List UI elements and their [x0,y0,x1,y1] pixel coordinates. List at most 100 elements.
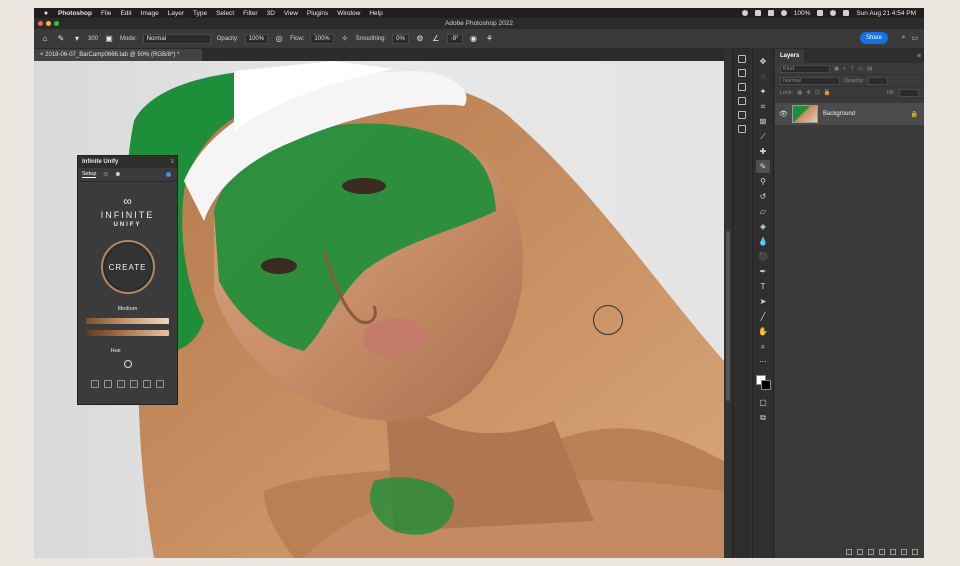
filter-pixel-icon[interactable]: ▣ [834,66,839,72]
add-mask-icon[interactable] [868,549,874,555]
scrollbar-thumb[interactable] [726,231,730,401]
crop-tool-icon[interactable]: ⌗ [756,100,770,113]
hue-option-2[interactable]: · [131,348,133,354]
new-layer-icon[interactable] [901,549,907,555]
delete-layer-icon[interactable] [912,549,918,555]
zoom-tool-icon[interactable]: ⌕ [756,340,770,353]
mask-icon[interactable] [130,380,138,388]
airbrush-icon[interactable]: ✧ [340,34,350,44]
eye-icon[interactable] [156,380,164,388]
gear-icon[interactable]: ⚙ [415,34,425,44]
layer-opacity-input[interactable] [868,76,889,85]
brush-size-value[interactable]: 300 [88,36,98,42]
menu-filter[interactable]: Filter [243,10,257,17]
bluetooth-icon[interactable] [767,10,774,16]
background-color[interactable] [761,380,771,390]
menu-help[interactable]: Help [369,10,382,17]
menu-window[interactable]: Window [337,10,360,17]
filter-shape-icon[interactable]: ▭ [858,66,863,72]
new-group-icon[interactable] [890,549,896,555]
adjustments-panel-icon[interactable] [737,97,746,105]
menu-view[interactable]: View [284,10,298,17]
kind-filter-select[interactable]: Kind [780,64,830,73]
opacity-input[interactable]: 100% [244,33,269,44]
tab-layers[interactable]: Layers [775,49,805,63]
pen-tool-icon[interactable]: ✒ [756,265,770,278]
adjustment-layer-icon[interactable] [879,549,885,555]
pressure-size-icon[interactable]: ◉ [469,34,479,44]
brush-tool-icon[interactable]: ✎ [56,34,66,44]
flow-input[interactable]: 100% [310,33,334,44]
actions-panel-icon[interactable] [737,125,746,133]
magic-wand-icon[interactable]: ✦ [756,85,770,98]
tone-bar-1[interactable] [86,318,169,324]
lock-artboard-icon[interactable]: ⊡ [815,90,820,96]
level-option-left[interactable]: · [106,306,108,312]
menu-photoshop[interactable]: Photoshop [58,10,92,17]
quick-mask-icon[interactable]: ▢ [756,396,770,409]
canvas-scrollbar[interactable] [724,61,732,558]
smoothing-input[interactable]: 0% [392,33,409,44]
layers-menu-icon[interactable]: ≡ [917,53,921,60]
history-panel-icon[interactable] [737,69,746,77]
type-tool-icon[interactable]: T [756,280,770,293]
menu-3d[interactable]: 3D [267,10,275,17]
plugin-header[interactable]: Infinite Unify ≡ [78,156,177,168]
minimize-window-icon[interactable] [46,21,51,26]
paint-bucket-icon[interactable]: ◈ [756,220,770,233]
more-tools-icon[interactable]: ⋯ [756,355,770,368]
hue-ring-icon[interactable] [123,360,132,368]
properties-panel-icon[interactable] [737,83,746,91]
blur-tool-icon[interactable]: 💧 [756,235,770,248]
create-button[interactable]: CREATE [100,240,155,294]
filter-smart-icon[interactable]: ▤ [867,66,872,72]
person-icon[interactable] [104,380,112,388]
camera-icon[interactable] [754,10,761,16]
brush-panel-icon[interactable] [737,55,746,63]
angle-input[interactable]: -9° [446,33,463,44]
blend-mode-select[interactable]: Normal [780,76,840,85]
lock-position-icon[interactable]: ✥ [806,90,811,96]
record-icon[interactable] [741,10,748,16]
brush-tool-active-icon[interactable]: ✎ [756,160,770,173]
brush-settings-icon[interactable]: ▣ [104,34,114,44]
wifi-icon[interactable] [780,10,787,16]
layers-icon[interactable] [117,380,125,388]
hand-tool-icon[interactable]: ✋ [756,325,770,338]
tab-setup[interactable]: Setup [82,171,97,178]
panel-menu-icon[interactable]: ≡ [170,156,174,168]
healing-brush-icon[interactable]: ✚ [756,145,770,158]
frame-tool-icon[interactable]: ⊠ [756,115,770,128]
battery-icon[interactable] [817,10,824,16]
lock-pixels-icon[interactable]: ▦ [797,90,802,96]
level-option-right[interactable]: · [147,306,149,312]
line-tool-icon[interactable]: ╱ [756,310,770,323]
info-icon[interactable] [166,172,171,177]
visibility-eye-icon[interactable]: 👁 [779,110,788,118]
path-select-icon[interactable]: ➤ [756,295,770,308]
layer-row-background[interactable]: 👁 Background 🔒 [775,103,924,125]
lock-all-icon[interactable]: 🔒 [824,90,831,96]
control-center-icon[interactable] [843,10,850,16]
eyedropper-icon[interactable]: ⟋ [756,130,770,143]
group-icon[interactable]: ⚉ [115,172,120,178]
apple-icon[interactable]: ● [42,10,50,17]
menubar-clock[interactable]: Sun Aug 21 4:54 PM [856,10,916,17]
info-panel-icon[interactable] [737,111,746,119]
close-window-icon[interactable] [38,21,43,26]
home-icon[interactable]: ⌂ [40,34,50,44]
color-swatches[interactable] [755,374,771,390]
menu-select[interactable]: Select [216,10,234,17]
menu-type[interactable]: Type [193,10,207,17]
document-tab[interactable]: × 2018-06-07_BarCamp0666.tab @ 50% (RGB/… [34,49,202,61]
dodge-tool-icon[interactable]: ⚫ [756,250,770,263]
zoom-window-icon[interactable] [54,21,59,26]
pressure-opacity-icon[interactable]: ◎ [274,34,284,44]
mode-select[interactable]: Normal [142,33,211,44]
level-option-medium[interactable]: Medium [118,306,138,312]
user-icon[interactable]: ⚇ [103,172,108,178]
chevron-down-icon[interactable]: ▾ [72,34,82,44]
menu-image[interactable]: Image [141,10,159,17]
link-layers-icon[interactable] [846,549,852,555]
symmetry-icon[interactable]: ⚘ [485,34,495,44]
